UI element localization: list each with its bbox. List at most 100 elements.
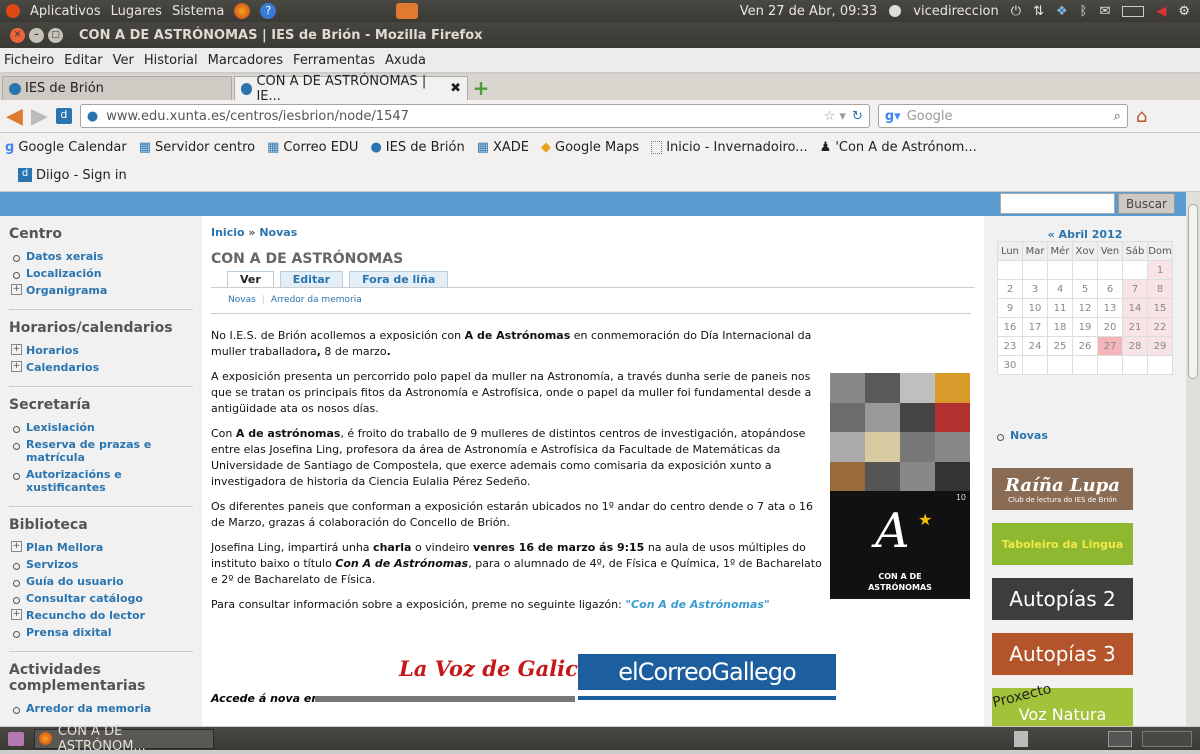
calendar-day[interactable]: 8 [1147,279,1173,299]
calendar-day[interactable]: 22 [1147,317,1173,337]
network-icon[interactable]: ⇅ [1033,4,1044,19]
term-novas-link[interactable]: Novas [228,295,256,305]
user-name[interactable]: vicedireccion [913,4,998,19]
taskbar-window-button[interactable]: CON A DE ASTRÓNOM... [34,724,214,754]
menu-localizacion[interactable]: Localización [9,265,193,282]
reload-icon[interactable]: ↻ [852,109,863,124]
breadcrumb-home-link[interactable]: Inicio [211,226,245,239]
calendar-day[interactable]: 7 [1122,279,1148,299]
url-text[interactable]: www.edu.xunta.es/centros/iesbrion/node/1… [106,109,409,124]
menu-plan-mellora[interactable]: Plan Mellora [9,539,193,556]
forward-arrow-icon[interactable]: ▶ [31,104,48,129]
clock[interactable]: Ven 27 de Abr, 09:33 [740,4,878,19]
calendar-day[interactable]: 5 [1072,279,1098,299]
search-bar[interactable]: g▾ Google ⌕ [877,104,1128,128]
tab-fora-de-lina[interactable]: Fora de liña [349,271,449,287]
new-tab-button[interactable]: + [470,78,492,100]
bookmark-diigo[interactable]: d Diigo - Sign in [18,168,127,183]
menu-aplicativos[interactable]: Aplicativos [30,4,101,19]
power-icon[interactable]: ⏻ [1011,4,1021,19]
menu-marcadores[interactable]: Marcadores [208,53,283,68]
mail-icon[interactable]: ✉ [1099,4,1110,19]
firefox-launcher-icon[interactable] [234,3,251,19]
menu-ver[interactable]: Ver [113,53,134,68]
bookmark-star-icon[interactable]: ☆ ▾ [824,109,846,124]
diigo-toolbar-icon[interactable]: d [55,108,72,124]
menu-horarios[interactable]: Horarios [9,342,193,359]
bookmark-correo-edu[interactable]: ▦ Correo EDU [267,140,358,155]
calendar-day[interactable]: 13 [1097,298,1123,318]
menu-guia-usuario[interactable]: Guía do usuario [9,573,193,590]
calendar-day[interactable]: 9 [997,298,1023,318]
calendar-day[interactable]: 16 [997,317,1023,337]
scrollbar-thumb[interactable] [1188,204,1198,379]
calendar-day[interactable]: 12 [1072,298,1098,318]
menu-organigrama[interactable]: Organigrama [9,282,193,299]
menu-consultar-catalogo[interactable]: Consultar catálogo [9,590,193,607]
calendar-day[interactable]: 10 [1022,298,1048,318]
menu-historial[interactable]: Historial [144,53,198,68]
calendar-day[interactable]: 1 [1147,260,1173,280]
calendar-day[interactable]: 15 [1147,298,1173,318]
menu-recuncho-lector[interactable]: Recuncho do lector [9,607,193,624]
menu-arredor-memoria[interactable]: Arredor da memoria [9,700,193,717]
menu-ferramentas[interactable]: Ferramentas [293,53,375,68]
search-placeholder[interactable]: Google [907,109,953,124]
bookmark-invernadoiro[interactable]: Inicio - Invernadoiro... [651,140,808,155]
banner-taboleiro-lingua[interactable]: Taboleiro da Lingua [992,523,1133,565]
home-icon[interactable]: ⌂ [1136,106,1147,127]
breadcrumb-novas-link[interactable]: Novas [259,226,297,239]
bookmark-con-a-de-astronomas[interactable]: ♟ 'Con A de Astrónom... [820,140,977,155]
banner-autopias-3[interactable]: Autopías 3 [992,633,1133,675]
user-status-icon[interactable] [889,5,902,17]
menu-servizos[interactable]: Servizos [9,556,193,573]
banner-voz-natura[interactable]: Proxecto Voz Natura [991,681,1133,726]
calendar-day[interactable]: 28 [1122,336,1148,356]
tab-ies-brion[interactable]: IES de Brión [2,76,232,100]
exposicion-link[interactable]: "Con A de Astrónomas" [625,598,769,611]
page-scrollbar[interactable] [1186,192,1200,726]
menu-sistema[interactable]: Sistema [172,4,224,19]
term-arredor-memoria-link[interactable]: Arredor da memoria [271,295,362,305]
banner-autopias-2[interactable]: Autopías 2 [992,578,1133,620]
menu-datos-xerais[interactable]: Datos xerais [9,248,193,265]
calendar-day[interactable]: 25 [1047,336,1073,356]
files-icon[interactable] [396,3,419,19]
calendar-day[interactable]: 4 [1047,279,1073,299]
tab-editar[interactable]: Editar [279,271,344,287]
dropbox-icon[interactable]: ❖ [1056,4,1068,19]
menu-ficheiro[interactable]: Ficheiro [4,53,54,68]
calendar-day[interactable]: 14 [1122,298,1148,318]
url-bar[interactable]: ● www.edu.xunta.es/centros/iesbrion/node… [79,104,870,128]
tab-ver[interactable]: Ver [227,271,274,287]
bookmark-servidor-centro[interactable]: ▦ Servidor centro [139,140,255,155]
calendar-day[interactable]: 21 [1122,317,1148,337]
calendar-day[interactable]: 24 [1022,336,1048,356]
close-window-icon[interactable]: ✕ [10,27,25,43]
close-tab-icon[interactable]: ✖ [450,81,461,96]
calendar-day[interactable]: 30 [997,355,1023,375]
calendar-day[interactable]: 27 [1097,336,1123,356]
menu-autorizacions[interactable]: Autorizacións e xustificantes [9,466,193,496]
calendar-day[interactable]: 26 [1072,336,1098,356]
bookmark-ies-brion[interactable]: ● IES de Brión [370,140,464,155]
menu-novas[interactable]: Novas [993,427,1177,444]
site-search-input[interactable] [1000,193,1115,214]
calendar-day[interactable]: 17 [1022,317,1048,337]
calendar-day[interactable]: 11 [1047,298,1073,318]
minimize-window-icon[interactable]: – [29,27,44,43]
bluetooth-icon[interactable]: ᛒ [1080,4,1088,19]
menu-editar[interactable]: Editar [64,53,103,68]
help-icon[interactable]: ? [260,3,277,19]
bookmark-google-maps[interactable]: ◆ Google Maps [541,140,639,155]
menu-axuda[interactable]: Axuda [385,53,426,68]
menu-calendarios[interactable]: Calendarios [9,359,193,376]
el-correo-gallego-logo[interactable]: elCorreoGallego [578,654,836,690]
window-titlebar[interactable]: ✕ – □ CON A DE ASTRÓNOMAS | IES de Brión… [0,22,1200,48]
calendar-day[interactable]: 29 [1147,336,1173,356]
workspace-switcher[interactable] [1142,730,1192,747]
calendar-day[interactable]: 19 [1072,317,1098,337]
calendar-day[interactable]: 2 [997,279,1023,299]
bookmark-google-calendar[interactable]: g Google Calendar [5,140,127,155]
battery-icon[interactable] [1122,5,1145,17]
